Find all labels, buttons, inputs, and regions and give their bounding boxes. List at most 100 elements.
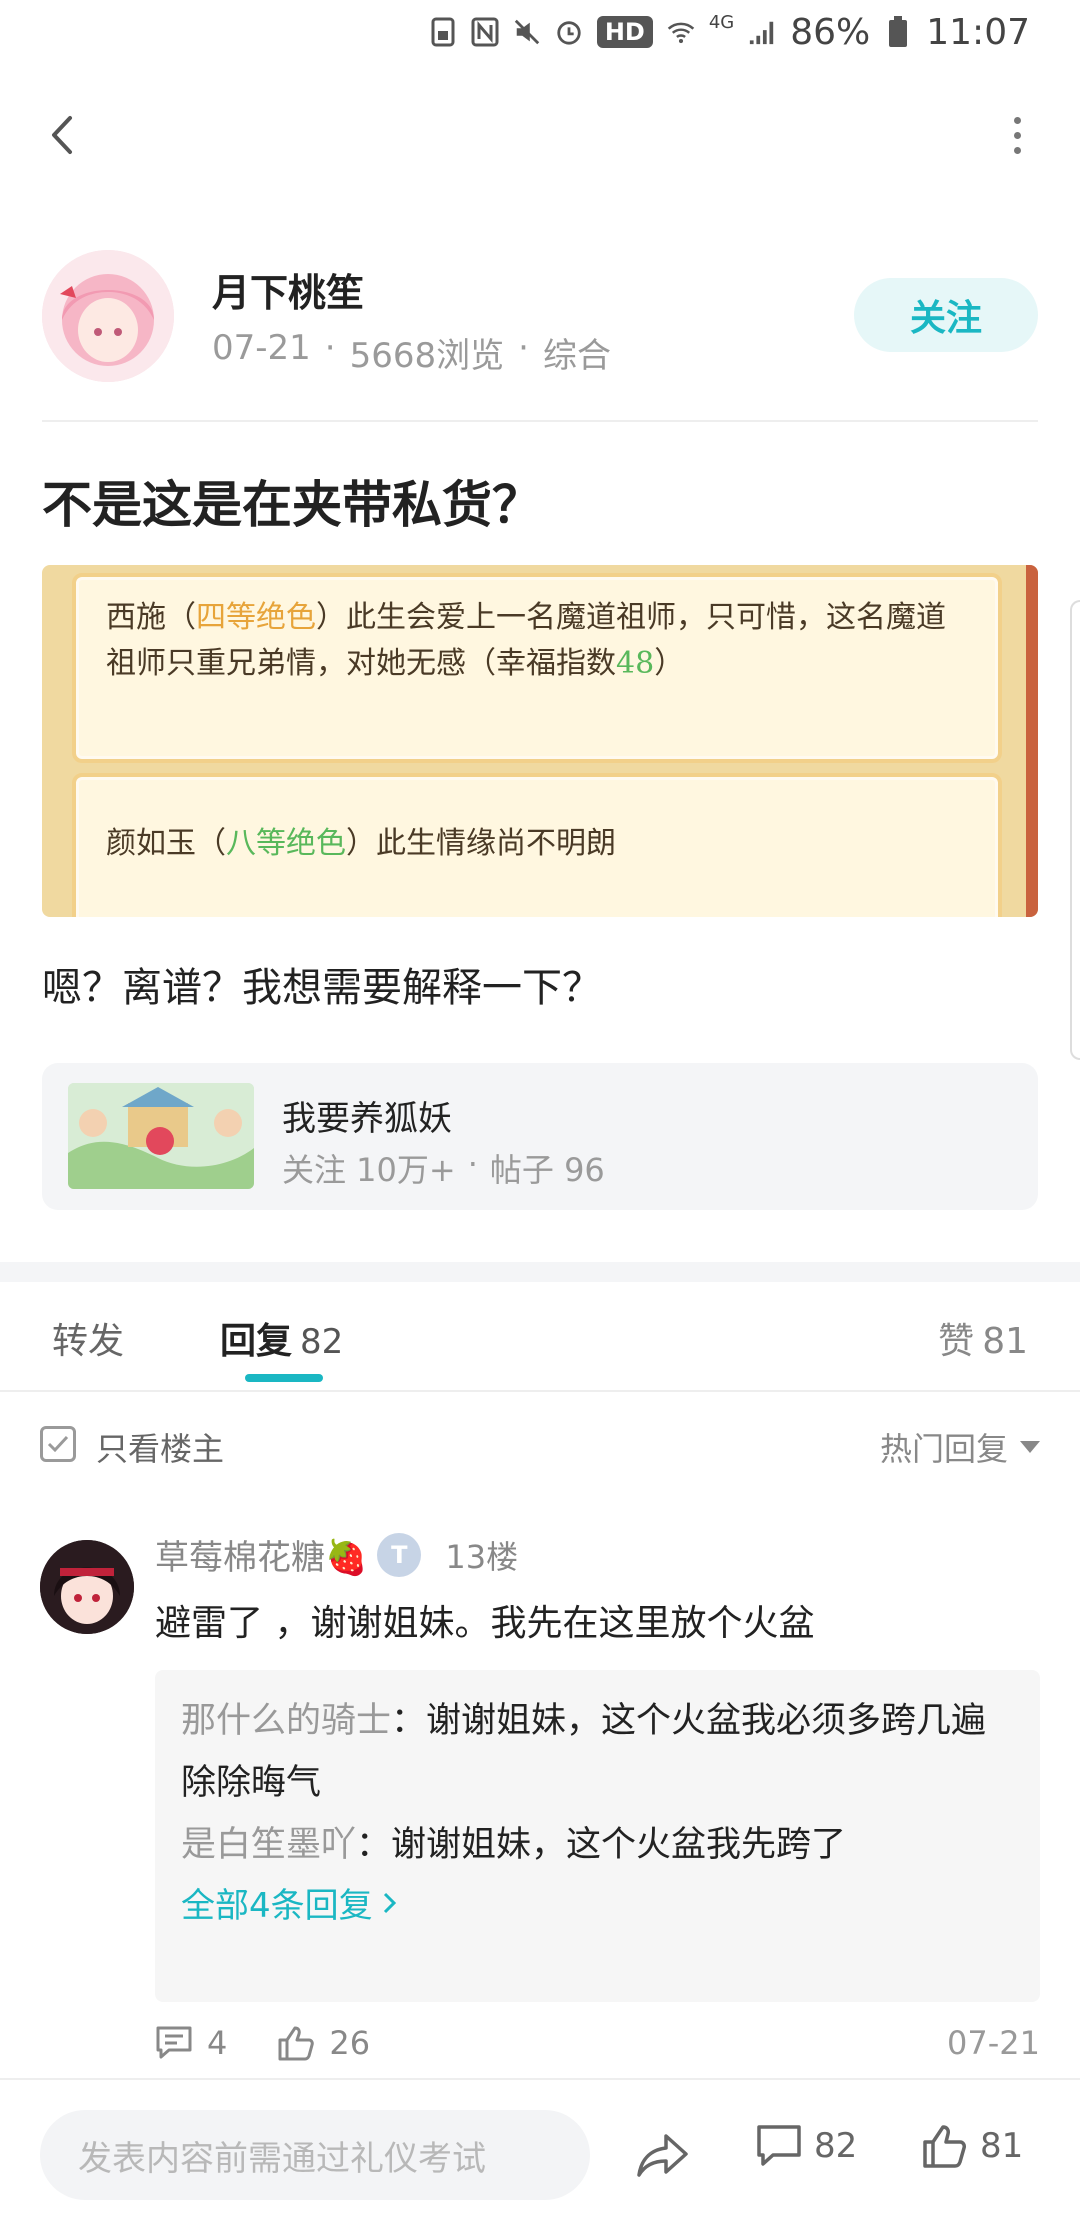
- floor-number: 13楼: [445, 1537, 519, 1576]
- sort-label: 热门回复: [879, 1430, 1008, 1468]
- author-name[interactable]: 月下桃笙: [212, 262, 364, 317]
- tab-reply-label: 回复: [220, 1321, 293, 1362]
- bottom-like-count: 81: [980, 2126, 1024, 2166]
- more-dot-icon: [1013, 131, 1021, 139]
- active-tab-indicator: [245, 1374, 323, 1382]
- alarm-icon: [555, 15, 583, 49]
- tab-repost[interactable]: 转发: [52, 1312, 124, 1364]
- bottom-comment-button[interactable]: 82: [756, 2124, 857, 2168]
- only-op-checkbox[interactable]: [40, 1426, 76, 1462]
- sub-reply-author[interactable]: 是白笙墨吖: [181, 1825, 356, 1865]
- reply-filter-row: 只看楼主 热门回复: [40, 1420, 1040, 1470]
- scroll-edge-indicator: [1070, 600, 1080, 1060]
- wifi-icon: [667, 15, 695, 49]
- meta-separator: ·: [467, 1145, 478, 1183]
- fortune-card-1: 西施（四等绝色）此生会爱上一名魔道祖师，只可惜，这名魔道祖师只重兄弟情，对她无感…: [72, 573, 1002, 763]
- comment-reply-count: 4: [207, 2024, 228, 2062]
- post-category[interactable]: 综合: [543, 328, 611, 377]
- card1-text-a: 西施（: [106, 600, 196, 635]
- share-button[interactable]: [636, 2128, 690, 2182]
- top-bar: [0, 90, 1080, 180]
- chevron-right-icon: [383, 1892, 396, 1913]
- post-date: 07-21: [212, 328, 311, 368]
- tab-like-label: 赞: [938, 1321, 975, 1362]
- level-badge-icon: T: [377, 1532, 422, 1577]
- more-dot-icon: [1013, 146, 1021, 154]
- card2-text-a: 颜如玉（: [106, 826, 226, 861]
- commenter-name[interactable]: 草莓棉花糖🍓: [155, 1530, 367, 1579]
- sub-reply-author[interactable]: 那什么的骑士: [181, 1701, 391, 1741]
- comment-date: 07-21: [947, 2024, 1040, 2062]
- tab-reply[interactable]: 回复 82: [220, 1312, 343, 1364]
- card2-highlight: 八等绝色: [226, 826, 346, 861]
- comment-icon: [156, 2026, 192, 2059]
- comment-input[interactable]: 发表内容前需通过礼仪考试: [40, 2110, 590, 2200]
- more-options-button[interactable]: [992, 110, 1042, 160]
- hd-badge: HD: [596, 16, 653, 48]
- comment-text: 避雷了 ，谢谢姐妹。我先在这里放个火盆: [155, 1603, 815, 1644]
- battery-percent: 86%: [790, 11, 871, 53]
- clock: 11:07: [926, 11, 1030, 53]
- view-all-replies-link[interactable]: 全部4条回复: [181, 1878, 1014, 1927]
- comment-like-button[interactable]: 26: [277, 2024, 370, 2062]
- forum-thumbnail: [68, 1083, 254, 1189]
- meta-separator: ·: [518, 328, 529, 368]
- share-icon: [637, 2134, 688, 2177]
- follow-button[interactable]: 关注: [854, 278, 1038, 352]
- thumbs-up-icon: [923, 2125, 966, 2168]
- section-separator: [0, 1262, 1080, 1282]
- forum-meta: 关注 10万+ · 帖子 96: [282, 1145, 605, 1191]
- meta-separator: ·: [324, 328, 336, 368]
- interaction-tabs: 转发 回复 82 赞 81: [0, 1282, 1080, 1392]
- only-op-label[interactable]: 只看楼主: [96, 1424, 224, 1470]
- commenter-name-row: 草莓棉花糖🍓 T 13楼: [155, 1530, 518, 1579]
- forum-name: 我要养狐妖: [282, 1099, 452, 1139]
- post-body: 嗯？离谱？我想需要解释一下？: [42, 965, 602, 1011]
- battery-icon: [884, 15, 912, 49]
- sim-icon: [429, 15, 457, 49]
- divider: [42, 420, 1038, 422]
- card1-highlight: 四等绝色: [196, 600, 316, 635]
- comment-reply-button[interactable]: 4: [155, 2024, 227, 2062]
- fortune-card-2: 颜如玉（八等绝色）此生情缘尚不明朗: [72, 773, 1002, 917]
- forum-card[interactable]: 我要养狐妖 关注 10万+ · 帖子 96: [42, 1063, 1038, 1210]
- view-all-label: 全部4条回复: [181, 1886, 373, 1926]
- chevron-left-icon: [52, 116, 72, 154]
- bottom-action-bar: 发表内容前需通过礼仪考试 82 81: [0, 2078, 1080, 2220]
- author-avatar[interactable]: [42, 250, 174, 382]
- card1-number: 48: [616, 646, 655, 681]
- card2-text-b: ）此生情缘尚不明朗: [346, 826, 616, 861]
- caret-down-icon: [1020, 1441, 1040, 1453]
- comment-actions: 4 26 07-21: [155, 2008, 1040, 2078]
- sort-dropdown[interactable]: 热门回复: [880, 1424, 1040, 1470]
- bottom-like-button[interactable]: 81: [922, 2124, 1023, 2168]
- author-header: 月下桃笙 07-21 · 5668浏览 · 综合 关注: [42, 250, 1038, 382]
- view-count: 5668浏览: [349, 336, 505, 376]
- forum-post-count: 帖子 96: [489, 1151, 605, 1189]
- tab-like[interactable]: 赞 81: [938, 1312, 1028, 1364]
- nfc-icon: [471, 15, 499, 49]
- post-meta: 07-21 · 5668浏览 · 综合: [212, 328, 611, 377]
- image-frame-edge: [1026, 565, 1038, 917]
- sub-reply: 是白笙墨吖：谢谢姐妹，这个火盆我先跨了: [181, 1814, 1014, 1876]
- sub-reply-text: ：谢谢姐妹，这个火盆我先跨了: [356, 1825, 847, 1865]
- back-button[interactable]: [38, 110, 88, 160]
- status-bar: HD 4G 86% 11:07: [0, 0, 1080, 64]
- sub-replies-box[interactable]: 那什么的骑士：谢谢姐妹，这个火盆我必须多跨几遍除除晦气 是白笙墨吖：谢谢姐妹，这…: [155, 1670, 1040, 2002]
- forum-followers: 关注 10万+: [282, 1151, 456, 1189]
- tab-like-count: 81: [982, 1321, 1028, 1362]
- network-type: 4G: [708, 12, 735, 33]
- comment-like-count: 26: [329, 2024, 371, 2062]
- mute-icon: [513, 15, 541, 49]
- post-image[interactable]: 西施（四等绝色）此生会爱上一名魔道祖师，只可惜，这名魔道祖师只重兄弟情，对她无感…: [42, 565, 1038, 917]
- thumbs-up-icon: [278, 2026, 315, 2061]
- tab-reply-count: 82: [300, 1322, 344, 1362]
- post-title: 不是这是在夹带私货？: [42, 476, 542, 534]
- commenter-avatar[interactable]: [40, 1540, 134, 1634]
- bottom-comment-count: 82: [814, 2126, 858, 2166]
- sub-reply: 那什么的骑士：谢谢姐妹，这个火盆我必须多跨几遍除除晦气: [181, 1690, 1014, 1814]
- check-icon: [47, 1435, 69, 1453]
- comment-icon: [757, 2125, 801, 2166]
- more-dot-icon: [1013, 116, 1021, 124]
- card1-text-c: ）: [654, 646, 685, 681]
